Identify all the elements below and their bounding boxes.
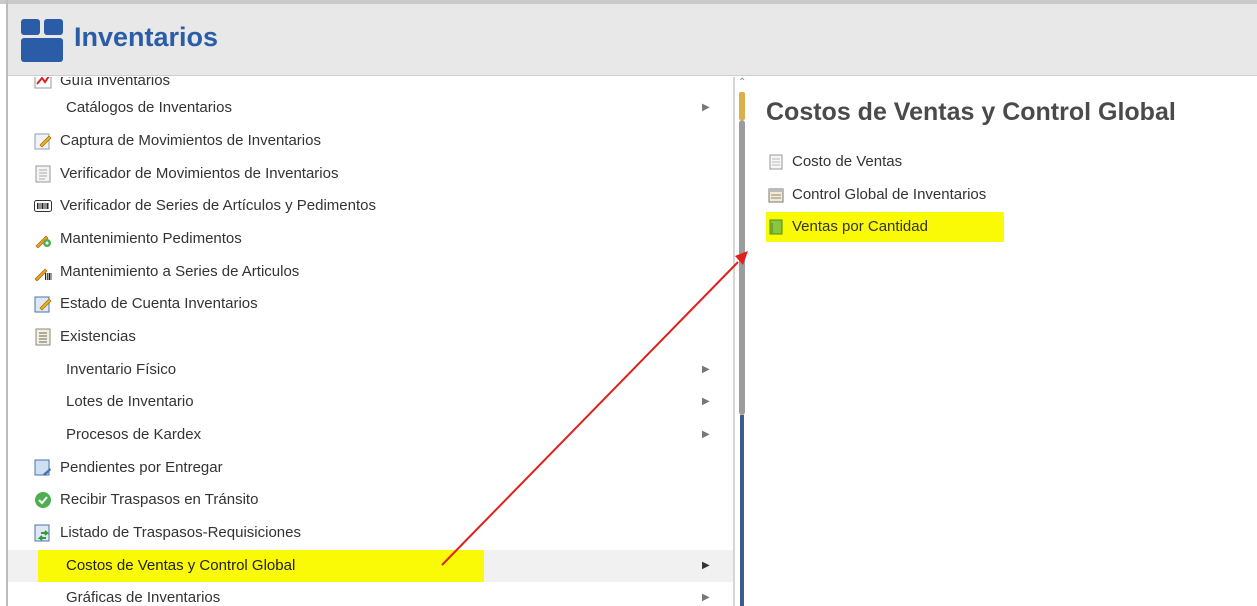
transfer-list-icon [34, 524, 50, 542]
submenu-item-control-global[interactable]: Control Global de Inventarios [766, 180, 1004, 210]
menu-item-label: Inventario Físico [66, 361, 177, 378]
delivery-pending-icon [34, 459, 51, 476]
scrollbar-segment[interactable] [739, 92, 745, 120]
menu-item-estado-cuenta[interactable]: Estado de Cuenta Inventarios [8, 288, 733, 320]
chevron-right-icon: ▶ [702, 102, 710, 113]
green-report-icon [769, 219, 783, 235]
inventory-box-icon [21, 19, 63, 62]
menu-item-label: Procesos de Kardex [66, 426, 202, 443]
menu-item-costos-ventas[interactable]: Costos de Ventas y Control Global ▶ [8, 550, 733, 582]
menu-item-label: Captura de Movimientos de Inventarios [60, 132, 321, 149]
edit-document-icon [34, 133, 52, 150]
menu-item-label: Lotes de Inventario [66, 393, 194, 410]
wrench-pencil-icon [35, 235, 51, 248]
pdf-icon [34, 77, 52, 89]
menu-item-label: Costos de Ventas y Control Global [66, 557, 296, 574]
submenu-item-costo-ventas[interactable]: Costo de Ventas [766, 147, 1004, 177]
submenu-item-ventas-cantidad[interactable]: Ventas por Cantidad [766, 212, 1004, 242]
menu-item-inventario-fisico[interactable]: Inventario Físico ▶ [8, 354, 733, 386]
panel-divider [733, 77, 735, 606]
menu-item-label: Estado de Cuenta Inventarios [60, 295, 258, 312]
menu-item-label: Mantenimiento Pedimentos [60, 230, 242, 247]
chevron-right-icon: ▶ [702, 592, 710, 603]
check-circle-icon [35, 492, 51, 508]
menu-item-listado-traspasos[interactable]: Listado de Traspasos-Requisiciones [8, 517, 733, 549]
menu-item-label: Pendientes por Entregar [60, 459, 223, 476]
menu-item-label: Listado de Traspasos-Requisiciones [60, 524, 301, 541]
chevron-right-icon: ▶ [702, 560, 710, 571]
scrollbar-track[interactable] [740, 415, 744, 606]
chevron-right-icon: ▶ [702, 396, 710, 407]
document-list-icon [35, 328, 51, 346]
menu-item-label: Recibir Traspasos en Tránsito [60, 491, 259, 508]
document-icon [35, 165, 51, 183]
scroll-up-icon[interactable]: ⌃ [738, 78, 746, 90]
menu-item-lotes[interactable]: Lotes de Inventario ▶ [8, 386, 733, 418]
app-title: Inventarios [74, 22, 219, 52]
menu-item-captura-movimientos[interactable]: Captura de Movimientos de Inventarios [8, 125, 733, 157]
app-header: Inventarios [8, 4, 1257, 76]
menu-item-verificador-series[interactable]: Verificador de Series de Artículos y Ped… [8, 190, 733, 222]
submenu-title: Costos de Ventas y Control Global [766, 98, 1176, 126]
menu-item-label: Existencias [60, 328, 136, 345]
menu-item-existencias[interactable]: Existencias [8, 321, 733, 353]
pencil-barcode-icon [34, 268, 52, 281]
chevron-right-icon: ▶ [702, 429, 710, 440]
edit-document-icon [34, 296, 52, 313]
chevron-right-icon: ▶ [702, 364, 710, 375]
menu-item-label: Gráficas de Inventarios [66, 589, 221, 606]
menu-item-graficas[interactable]: Gráficas de Inventarios ▶ [8, 582, 733, 606]
menu-item-kardex[interactable]: Procesos de Kardex ▶ [8, 419, 733, 451]
submenu-item-label: Ventas por Cantidad [792, 218, 928, 235]
barcode-icon [34, 200, 52, 212]
menu-item-pendientes-entregar[interactable]: Pendientes por Entregar [8, 452, 733, 484]
menu-item-mantenimiento-series[interactable]: Mantenimiento a Series de Articulos [8, 256, 733, 288]
menu-item-label: Verificador de Movimientos de Inventario… [60, 165, 339, 182]
report-page-icon [769, 154, 783, 170]
menu-item-verificador-movimientos[interactable]: Verificador de Movimientos de Inventario… [8, 158, 733, 190]
menu-item-mantenimiento-pedimentos[interactable]: Mantenimiento Pedimentos [8, 223, 733, 255]
menu-item-catalogos[interactable]: Catálogos de Inventarios ▶ [8, 92, 733, 124]
menu-item-label: Catálogos de Inventarios [66, 99, 232, 116]
report-book-icon [768, 188, 784, 203]
main-menu: Guía Inventarios Catálogos de Inventario… [8, 77, 733, 606]
submenu-item-label: Costo de Ventas [792, 153, 903, 170]
menu-item-label: Verificador de Series de Artículos y Ped… [60, 197, 376, 214]
menu-item-label: Mantenimiento a Series de Articulos [60, 263, 300, 280]
menu-item-recibir-traspasos[interactable]: Recibir Traspasos en Tránsito [8, 484, 733, 516]
submenu-item-label: Control Global de Inventarios [792, 186, 987, 203]
scrollbar-thumb[interactable] [739, 120, 745, 415]
